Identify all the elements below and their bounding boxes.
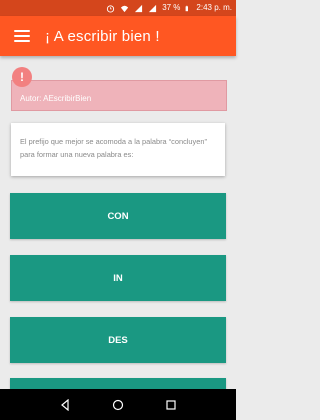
answer-button-1[interactable]: CON	[10, 193, 226, 239]
question-card: El prefijo que mejor se acomoda a la pal…	[11, 123, 225, 176]
author-card: Autor: AEscribirBien	[11, 80, 227, 111]
home-icon[interactable]	[111, 398, 125, 412]
app-title: ¡ A escribir bien !	[45, 27, 160, 45]
author-label: Autor: AEscribirBien	[20, 94, 92, 103]
answer-label: IN	[113, 272, 123, 284]
battery-icon	[186, 5, 189, 11]
warning-icon: !	[12, 67, 32, 87]
status-bar: 37 % 2:43 p. m.	[0, 0, 236, 16]
answer-button-2[interactable]: IN	[10, 255, 226, 301]
signal-icon	[135, 4, 143, 12]
answer-button-3[interactable]: DES	[10, 317, 226, 363]
signal-icon	[149, 4, 157, 12]
recents-icon[interactable]	[164, 398, 178, 412]
app-bar: ¡ A escribir bien !	[0, 16, 236, 56]
answer-label: DES	[108, 334, 128, 346]
question-text: El prefijo que mejor se acomoda a la pal…	[20, 137, 207, 159]
back-icon[interactable]	[58, 398, 72, 412]
answer-label: CON	[107, 210, 129, 222]
navigation-bar	[0, 389, 236, 420]
battery-percent: 37 %	[162, 3, 181, 12]
hamburger-menu-icon[interactable]	[14, 30, 30, 42]
wifi-icon	[121, 5, 129, 12]
alarm-icon	[107, 4, 115, 13]
status-time: 2:43 p. m.	[196, 3, 232, 12]
